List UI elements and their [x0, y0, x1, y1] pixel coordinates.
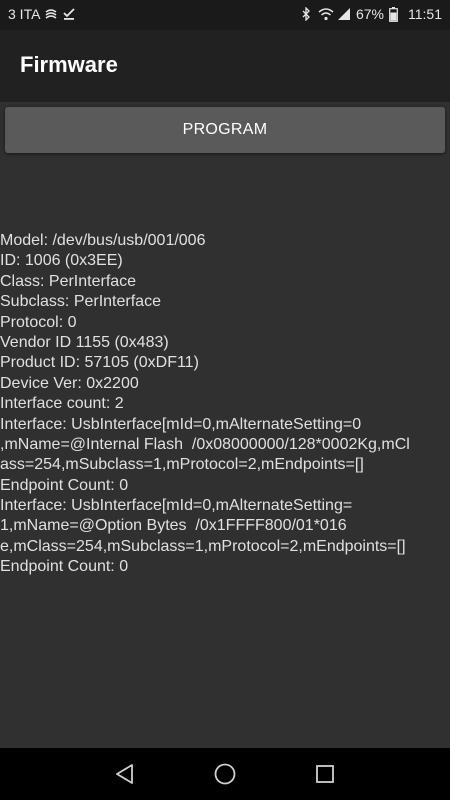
device-info: Model: /dev/bus/usb/001/006 ID: 1006 (0x…: [0, 231, 450, 578]
info-line: e,mClass=254,mSubclass=1,mProtocol=2,mEn…: [0, 537, 406, 555]
download-check-icon: [62, 7, 76, 21]
battery-percent: 67%: [355, 6, 384, 22]
info-line: Model: /dev/bus/usb/001/006: [0, 232, 206, 249]
app-bar: Firmware: [0, 30, 450, 102]
carrier-label: 3 ITA: [8, 6, 41, 22]
info-line: ID: 1006 (0x3EE): [0, 252, 123, 270]
program-button[interactable]: PROGRAM: [5, 107, 445, 153]
info-line: Interface: UsbInterface[mId=0,mAlternate…: [0, 497, 353, 515]
back-icon[interactable]: [113, 762, 137, 786]
battery-icon: [389, 7, 403, 22]
status-right: 67% 11:51: [299, 6, 442, 22]
clock: 11:51: [408, 6, 442, 22]
info-line: Vendor ID 1155 (0x483): [0, 333, 169, 351]
navigation-bar: [0, 748, 450, 800]
info-line: Endpoint Count: 0: [0, 476, 129, 494]
page-title: Firmware: [20, 52, 118, 77]
home-icon[interactable]: [213, 762, 237, 786]
status-bar: 3 ITA 67% 11:51: [0, 0, 450, 30]
info-line: Subclass: PerInterface: [0, 293, 161, 311]
signal-swirl-icon: [44, 7, 58, 21]
wifi-icon: [318, 7, 334, 21]
info-line: ass=254,mSubclass=1,mProtocol=2,mEndpoin…: [0, 456, 364, 474]
info-line: Class: PerInterface: [0, 272, 137, 290]
info-line: Product ID: 57105 (0xDF11): [0, 354, 199, 372]
info-line: Protocol: 0: [0, 313, 77, 331]
bluetooth-icon: [299, 7, 313, 21]
info-line: Device Ver: 0x2200: [0, 374, 139, 392]
info-line: ,mName=@Internal Flash /0x08000000/128*0…: [0, 435, 410, 453]
info-line: Interface count: 2: [0, 395, 124, 413]
screen: 3 ITA 67% 11:51 Firmware PROGRAM Model: …: [0, 0, 450, 800]
info-line: Interface: UsbInterface[mId=0,mAlternate…: [0, 415, 362, 433]
info-line: Endpoint Count: 0: [0, 558, 129, 576]
info-line: 1,mName=@Option Bytes /0x1FFFF800/01*016: [0, 517, 347, 535]
cell-signal-icon: [337, 7, 351, 21]
recents-icon[interactable]: [313, 762, 337, 786]
status-left: 3 ITA: [8, 6, 76, 22]
